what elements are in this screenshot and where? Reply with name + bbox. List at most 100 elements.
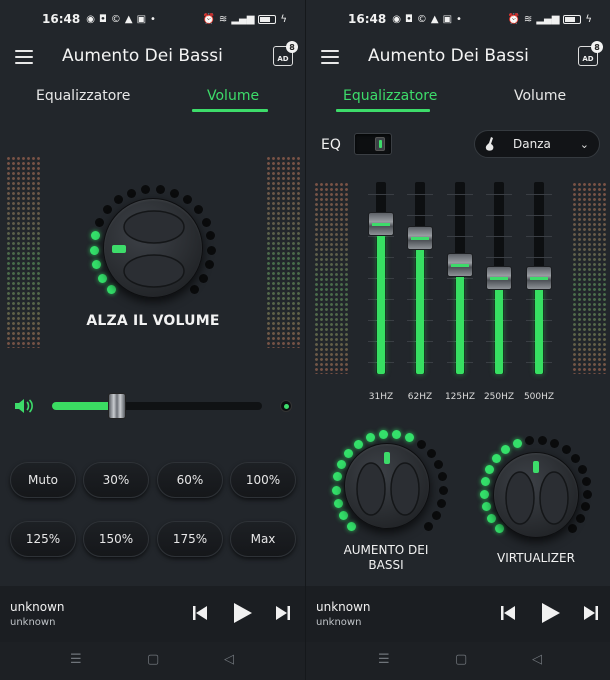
eq-slider-thumb[interactable] <box>407 225 433 250</box>
preset-button-30pct[interactable]: 30% <box>83 462 149 498</box>
eq-tick <box>368 194 394 195</box>
system-nav-bar: ☰ ▢ ◁ <box>306 642 610 680</box>
preset-button-125pct[interactable]: 125% <box>10 521 76 557</box>
eq-slider-500hz[interactable] <box>526 182 552 374</box>
preset-button-60pct[interactable]: 60% <box>157 462 223 498</box>
messenger-icon: ◘ <box>98 13 107 25</box>
status-time: 16:48 <box>42 12 81 26</box>
volume-knob[interactable] <box>103 198 203 298</box>
back-icon[interactable]: ◁ <box>224 652 234 667</box>
signal-icon: ▂▄▆ <box>536 13 560 25</box>
previous-track-icon[interactable] <box>193 606 207 620</box>
eq-toggle[interactable] <box>354 133 392 155</box>
knob-level-dot <box>378 429 388 439</box>
eq-tick <box>526 236 552 237</box>
preset-button-175pct[interactable]: 175% <box>157 521 223 557</box>
tab-volume[interactable]: Volume <box>207 88 259 104</box>
status-bar: 16:48 ◉ ◘ © ▲ ▣ • ⏰ ≋ ▂▄▆ ϟ <box>0 0 305 38</box>
back-icon[interactable]: ◁ <box>532 652 542 667</box>
remove-ads-icon[interactable]: AD 8 <box>578 41 603 66</box>
bass-knob-grip-icon <box>356 452 420 516</box>
c-icon: © <box>416 13 427 25</box>
tab-equalizer[interactable]: Equalizzatore <box>343 88 437 104</box>
eq-label: EQ <box>321 137 341 153</box>
equalizer-screen: 16:48 ◉ ◘ © ▲ ▣ • ⏰ ≋ ▂▄▆ ϟ Aumento Dei … <box>305 0 610 680</box>
bass-boost-caption-line1: AUMENTO DEI <box>343 543 429 557</box>
knob-level-dot <box>207 245 217 255</box>
app-bar: Aumento Dei Bassi AD 8 <box>0 40 305 76</box>
knob-level-dot <box>537 435 547 445</box>
player-bar: unknown unknown <box>0 586 305 642</box>
knob-level-dot <box>583 489 593 499</box>
speaker-icon[interactable] <box>14 398 34 414</box>
eq-frequency-label: 500HZ <box>523 392 555 402</box>
eq-slider-fill <box>535 278 543 374</box>
battery-icon <box>258 14 277 24</box>
knob-level-dot <box>205 260 215 270</box>
volume-slider[interactable] <box>52 393 262 419</box>
eq-tick <box>486 257 512 258</box>
knob-level-dot <box>525 435 535 445</box>
eq-tick <box>407 194 433 195</box>
preset-button-100pct[interactable]: 100% <box>230 462 296 498</box>
knob-level-dot <box>141 184 151 194</box>
next-track-icon[interactable] <box>276 606 290 620</box>
knob-level-dot <box>169 188 179 198</box>
knob-level-dot <box>431 511 441 521</box>
remove-ads-icon[interactable]: AD 8 <box>273 41 298 66</box>
eq-slider-125hz[interactable] <box>447 182 473 374</box>
charging-icon: ϟ <box>280 13 287 25</box>
knob-level-dot <box>127 188 137 198</box>
menu-icon[interactable] <box>15 50 33 64</box>
previous-track-icon[interactable] <box>501 606 515 620</box>
eq-slider-62hz[interactable] <box>407 182 433 374</box>
left-level-meter <box>6 156 40 348</box>
ad-badge-label: AD <box>277 55 289 63</box>
twitter-icon: ▲ <box>430 13 439 25</box>
track-title: unknown <box>316 600 371 614</box>
next-track-icon[interactable] <box>584 606 598 620</box>
volume-slider-end-dot <box>280 400 292 412</box>
knob-level-dot <box>438 472 448 482</box>
eq-slider-thumb[interactable] <box>526 266 552 290</box>
app-title: Aumento Dei Bassi <box>368 46 529 66</box>
ad-badge-count: 8 <box>286 41 298 53</box>
eq-slider-thumb[interactable] <box>368 212 394 237</box>
tab-volume[interactable]: Volume <box>514 88 566 104</box>
knob-level-dot <box>332 472 342 482</box>
eq-frequency-label: 31HZ <box>368 392 394 402</box>
eq-slider-fill <box>495 278 503 374</box>
eq-slider-thumb[interactable] <box>486 266 512 290</box>
eq-tick <box>526 257 552 258</box>
guitar-icon <box>485 137 494 151</box>
track-title: unknown <box>10 600 65 614</box>
status-system-icons: ⏰ ≋ ▂▄▆ ϟ <box>507 14 592 25</box>
tab-equalizer[interactable]: Equalizzatore <box>36 88 130 104</box>
eq-tick <box>447 236 473 237</box>
eq-slider-fill <box>416 237 424 374</box>
preset-button-muto[interactable]: Muto <box>10 462 76 498</box>
play-icon[interactable] <box>542 603 560 623</box>
preset-button-150pct[interactable]: 150% <box>83 521 149 557</box>
eq-tick <box>526 215 552 216</box>
recent-apps-icon[interactable]: ☰ <box>378 652 390 667</box>
home-icon[interactable]: ▢ <box>455 652 467 667</box>
menu-icon[interactable] <box>321 50 339 64</box>
preset-button-max[interactable]: Max <box>230 521 296 557</box>
play-icon[interactable] <box>234 603 252 623</box>
virtualizer-knob[interactable] <box>493 452 579 538</box>
eq-slider-250hz[interactable] <box>486 182 512 374</box>
eq-slider-31hz[interactable] <box>368 182 394 374</box>
eq-slider-thumb[interactable] <box>447 252 473 277</box>
ad-badge-count: 8 <box>591 41 603 53</box>
recent-apps-icon[interactable]: ☰ <box>70 652 82 667</box>
eq-preset-select[interactable]: Danza ⌄ <box>474 130 600 158</box>
virtualizer-caption: VIRTUALIZER <box>497 551 575 565</box>
eq-tick <box>486 215 512 216</box>
eq-frequency-label: 250HZ <box>483 392 515 402</box>
bass-boost-knob[interactable] <box>344 443 430 529</box>
volume-slider-thumb[interactable] <box>108 393 127 419</box>
knob-level-dot <box>484 464 494 474</box>
track-artist: unknown <box>316 617 362 628</box>
home-icon[interactable]: ▢ <box>147 652 159 667</box>
